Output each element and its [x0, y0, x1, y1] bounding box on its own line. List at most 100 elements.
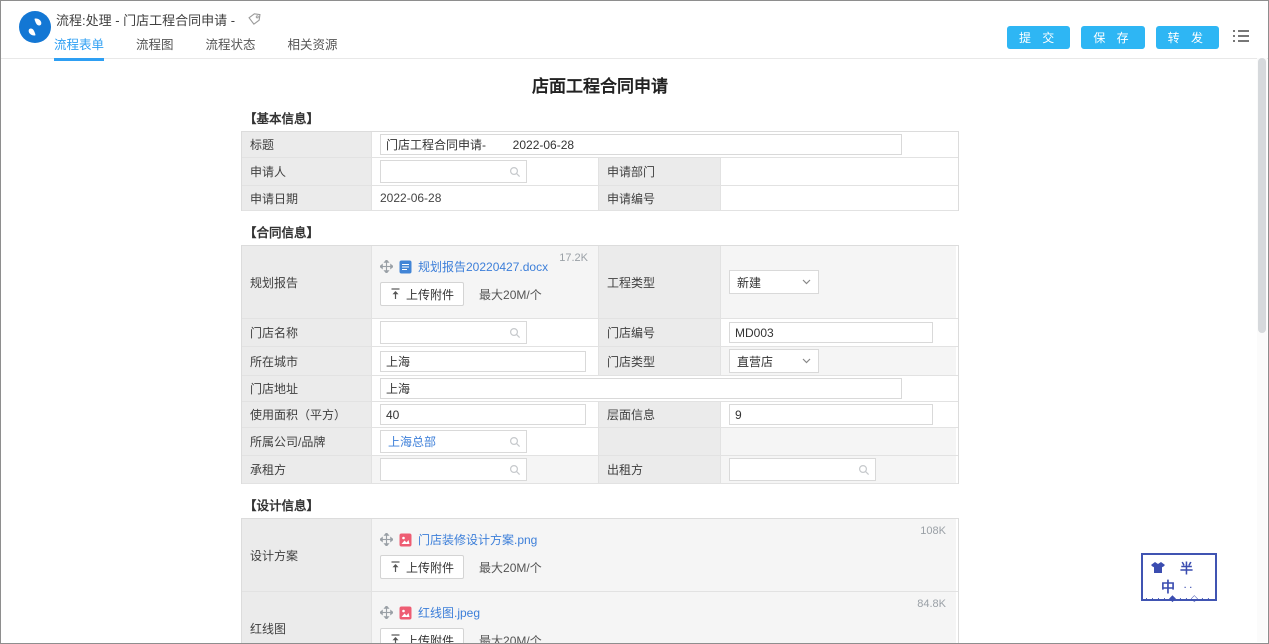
- company-brand-label: 所属公司/品牌: [242, 428, 372, 455]
- upload-button-label: 上传附件: [406, 560, 455, 575]
- tab-process-form[interactable]: 流程表单: [54, 31, 105, 61]
- seal-char-top: 半: [1180, 561, 1194, 576]
- title-input[interactable]: [380, 134, 902, 155]
- store-address-input[interactable]: [380, 378, 902, 399]
- upload-icon: [391, 288, 400, 299]
- tab-process-diagram[interactable]: 流程图: [136, 31, 174, 58]
- tab-related-resources[interactable]: 相关资源: [288, 31, 338, 58]
- city-input[interactable]: [380, 350, 586, 372]
- list-menu-icon: [1233, 30, 1249, 42]
- design-info-table: 设计方案 108K 门店装修设计方案.png 上传附件 最大20M/个 红线图 …: [241, 518, 959, 644]
- header-actions: 提 交 保 存 转 发: [1006, 26, 1252, 49]
- move-icon[interactable]: [380, 260, 393, 273]
- store-type-label: 门店类型: [599, 347, 721, 375]
- word-doc-icon: [399, 260, 412, 273]
- applicant-search-field[interactable]: [380, 160, 527, 183]
- store-name-search-field[interactable]: [380, 321, 527, 344]
- lessor-label: 出租方: [599, 456, 721, 483]
- project-type-value: 新建: [737, 275, 762, 290]
- tag-icon[interactable]: [247, 12, 262, 27]
- shirt-icon: [1151, 562, 1165, 573]
- project-type-label: 工程类型: [599, 246, 721, 318]
- upload-icon: [391, 634, 400, 643]
- menu-button[interactable]: [1230, 28, 1252, 47]
- scrollbar-thumb[interactable]: [1258, 58, 1266, 333]
- app-window: 流程:处理 - 门店工程合同申请 - 流程表单 流程图 流程状态 相关资源 提 …: [0, 0, 1269, 644]
- section-contract-info: 【合同信息】: [244, 226, 320, 240]
- apply-date-value: 2022-06-28: [372, 186, 599, 210]
- process-tabs: 流程表单 流程图 流程状态 相关资源: [54, 31, 338, 61]
- floor-info-input[interactable]: [729, 404, 933, 425]
- file-size: 17.2K: [559, 252, 588, 264]
- upload-icon: [391, 561, 400, 572]
- apply-no-value: [721, 186, 956, 210]
- table-row: 申请日期 2022-06-28 申请编号: [242, 186, 958, 211]
- file-size: 108K: [920, 525, 946, 537]
- table-row: 设计方案 108K 门店装修设计方案.png 上传附件 最大20M/个: [242, 519, 958, 592]
- lessee-input[interactable]: [386, 461, 509, 478]
- redline-map-file-link[interactable]: 红线图.jpeg: [418, 604, 480, 621]
- design-plan-file-link[interactable]: 门店装修设计方案.png: [418, 531, 537, 548]
- upload-size-hint: 最大20M/个: [479, 287, 542, 302]
- title-label: 标题: [242, 132, 372, 157]
- table-row: 红线图 84.8K 红线图.jpeg 上传附件 最大20M/个: [242, 592, 958, 644]
- apply-no-label: 申请编号: [599, 186, 721, 210]
- table-row: 所在城市 门店类型 直营店: [242, 347, 958, 376]
- tab-process-status[interactable]: 流程状态: [206, 31, 256, 58]
- search-icon[interactable]: [509, 436, 521, 448]
- upload-attachment-button[interactable]: 上传附件: [380, 282, 465, 306]
- save-button[interactable]: 保 存: [1081, 26, 1145, 49]
- section-basic-info: 【基本信息】: [244, 112, 320, 126]
- contract-info-table: 规划报告 17.2K 规划报告20220427.docx 上传附件 最大20M/…: [241, 245, 959, 484]
- area-input[interactable]: [380, 404, 586, 425]
- planning-report-attachment-cell: 17.2K 规划报告20220427.docx 上传附件 最大20M/个: [372, 246, 599, 318]
- apply-dept-value: [721, 158, 956, 185]
- search-icon[interactable]: [509, 327, 521, 339]
- lessee-label: 承租方: [242, 456, 372, 483]
- file-size: 84.8K: [917, 598, 946, 610]
- table-row: 所属公司/品牌: [242, 428, 958, 456]
- redline-map-attachment-cell: 84.8K 红线图.jpeg 上传附件 最大20M/个: [372, 592, 956, 644]
- store-address-label: 门店地址: [242, 376, 372, 401]
- lessor-search-field[interactable]: [729, 458, 876, 481]
- upload-button-label: 上传附件: [406, 633, 455, 644]
- upload-attachment-button[interactable]: 上传附件: [380, 628, 465, 644]
- submit-button[interactable]: 提 交: [1006, 26, 1071, 49]
- search-icon[interactable]: [509, 166, 521, 178]
- store-type-select[interactable]: 直营店: [729, 349, 819, 373]
- planning-report-file-link[interactable]: 规划报告20220427.docx: [418, 258, 548, 275]
- upload-size-hint: 最大20M/个: [479, 560, 542, 575]
- project-type-select[interactable]: 新建: [729, 270, 819, 294]
- planning-report-label: 规划报告: [242, 246, 372, 318]
- redline-map-label: 红线图: [242, 592, 372, 643]
- table-row: 申请人 申请部门: [242, 158, 958, 186]
- table-row: 门店地址: [242, 376, 958, 402]
- design-plan-attachment-cell: 108K 门店装修设计方案.png 上传附件 最大20M/个: [372, 519, 956, 591]
- apply-date-label: 申请日期: [242, 186, 372, 210]
- company-brand-search-field[interactable]: [380, 430, 527, 453]
- move-icon[interactable]: [380, 533, 393, 546]
- upload-attachment-button[interactable]: 上传附件: [380, 555, 465, 579]
- table-row: 承租方 出租方: [242, 456, 958, 484]
- forward-button[interactable]: 转 发: [1155, 26, 1219, 49]
- section-design-info: 【设计信息】: [244, 499, 320, 513]
- search-icon[interactable]: [858, 464, 870, 476]
- area-label: 使用面积（平方）: [242, 402, 372, 427]
- chevron-down-icon: [802, 279, 811, 285]
- store-no-input[interactable]: [729, 322, 933, 343]
- move-icon[interactable]: [380, 606, 393, 619]
- lessee-search-field[interactable]: [380, 458, 527, 481]
- city-label: 所在城市: [242, 347, 372, 375]
- chevron-down-icon: [802, 358, 811, 364]
- store-type-value: 直营店: [737, 354, 774, 369]
- table-row: 使用面积（平方） 层面信息: [242, 402, 958, 428]
- company-seal-watermark: 半 中 ·· ····◆··◇··: [1141, 553, 1217, 603]
- vertical-scrollbar[interactable]: [1257, 58, 1267, 642]
- search-icon[interactable]: [509, 464, 521, 476]
- lessor-input[interactable]: [735, 461, 858, 478]
- store-name-input[interactable]: [386, 324, 509, 341]
- applicant-input[interactable]: [386, 163, 509, 180]
- process-form: 店面工程合同申请 【基本信息】 标题 申请人 申请部门: [241, 72, 959, 644]
- table-row: 标题: [242, 132, 958, 158]
- company-brand-input[interactable]: [386, 433, 509, 450]
